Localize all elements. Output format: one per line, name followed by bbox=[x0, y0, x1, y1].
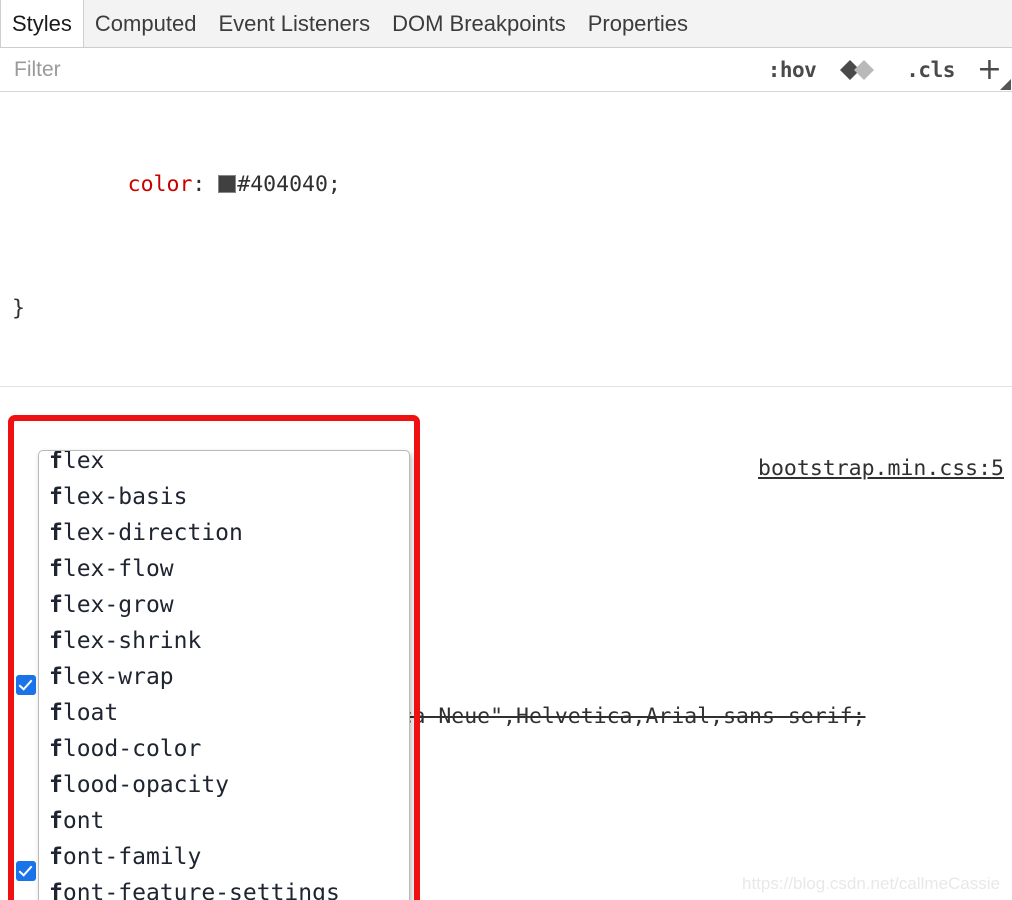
item-rest: ont-family bbox=[62, 844, 202, 870]
autocomplete-item[interactable]: flex-wrap bbox=[39, 659, 409, 695]
tab-styles[interactable]: Styles bbox=[0, 0, 84, 47]
tab-dom-breakpoints[interactable]: DOM Breakpoints bbox=[381, 0, 577, 47]
tab-dom-breakpoints-label: DOM Breakpoints bbox=[392, 10, 566, 36]
item-rest: lex-grow bbox=[62, 592, 174, 618]
autocomplete-item[interactable]: font-family bbox=[39, 839, 409, 875]
rule-origin-link[interactable]: bootstrap.min.css:5 bbox=[758, 453, 1004, 484]
color-swatch[interactable] bbox=[218, 175, 237, 193]
match-prefix: f bbox=[49, 772, 63, 798]
declaration-color-404040[interactable]: color: #404040; bbox=[6, 138, 1012, 231]
tab-properties[interactable]: Properties bbox=[577, 0, 699, 47]
match-prefix: f bbox=[49, 520, 63, 546]
match-prefix: f bbox=[49, 808, 63, 834]
autocomplete-item[interactable]: font bbox=[39, 803, 409, 839]
autocomplete-item[interactable]: flex-direction bbox=[39, 515, 409, 551]
cls-toggle-button[interactable]: .cls bbox=[906, 58, 955, 82]
rule-close-brace: } bbox=[12, 296, 25, 321]
match-prefix: f bbox=[49, 844, 63, 870]
devtools-tab-bar: Styles Computed Event Listeners DOM Brea… bbox=[0, 0, 1012, 48]
resize-corner-icon[interactable] bbox=[1000, 79, 1011, 90]
watermark: https://blog.csdn.net/callmeCassie bbox=[742, 874, 1000, 893]
hov-toggle-button[interactable]: :hov bbox=[768, 58, 817, 82]
match-prefix: f bbox=[49, 700, 63, 726]
styles-filter-toolbar: :hov .cls + bbox=[0, 48, 1012, 92]
item-rest: ont-feature-settings bbox=[62, 880, 340, 900]
item-rest: loat bbox=[62, 700, 119, 726]
styles-rules-pane: color: #404040; } body { bootstrap.min.c… bbox=[0, 92, 1012, 900]
tab-styles-label: Styles bbox=[12, 10, 72, 36]
tab-event-listeners-label: Event Listeners bbox=[218, 10, 371, 36]
autocomplete-item[interactable]: float bbox=[39, 695, 409, 731]
tab-event-listeners[interactable]: Event Listeners bbox=[207, 0, 381, 47]
item-rest: lood-color bbox=[62, 736, 202, 762]
rule-clipped-top: color: #404040; } bbox=[0, 92, 1012, 387]
tab-properties-label: Properties bbox=[587, 10, 688, 36]
match-prefix: f bbox=[49, 880, 63, 900]
property-name: color bbox=[127, 172, 193, 197]
match-prefix: f bbox=[49, 628, 63, 654]
property-autocomplete-dropdown[interactable]: flex flex-basis flex-direction flex-flow… bbox=[38, 450, 410, 900]
item-rest: lex-shrink bbox=[62, 628, 202, 654]
item-rest: lex bbox=[62, 450, 105, 474]
autocomplete-item[interactable]: flex-grow bbox=[39, 587, 409, 623]
color-scheme-diamond-icon[interactable] bbox=[838, 58, 884, 82]
item-rest: lex-flow bbox=[62, 556, 174, 582]
autocomplete-item[interactable]: flex bbox=[39, 450, 409, 479]
property-value: #404040 bbox=[237, 172, 328, 197]
item-rest: lex-direction bbox=[62, 520, 243, 546]
item-rest: lex-basis bbox=[62, 484, 188, 510]
match-prefix: f bbox=[49, 556, 63, 582]
match-prefix: f bbox=[49, 484, 63, 510]
item-rest: lood-opacity bbox=[62, 772, 230, 798]
autocomplete-item[interactable]: flood-color bbox=[39, 731, 409, 767]
autocomplete-item[interactable]: flood-opacity bbox=[39, 767, 409, 803]
match-prefix: f bbox=[49, 450, 63, 474]
autocomplete-item[interactable]: flex-shrink bbox=[39, 623, 409, 659]
tab-computed[interactable]: Computed bbox=[84, 0, 208, 47]
autocomplete-item[interactable]: font-feature-settings bbox=[39, 875, 409, 900]
item-rest: lex-wrap bbox=[62, 664, 174, 690]
declaration-checkbox[interactable] bbox=[16, 675, 36, 695]
diamond-pair-svg bbox=[840, 59, 875, 80]
match-prefix: f bbox=[49, 736, 63, 762]
filter-input[interactable] bbox=[14, 57, 746, 82]
item-rest: ont bbox=[62, 808, 105, 834]
tab-bar-spacer bbox=[699, 0, 1012, 47]
tab-computed-label: Computed bbox=[94, 10, 197, 36]
declaration-checkbox[interactable] bbox=[16, 861, 36, 881]
autocomplete-item[interactable]: flex-flow bbox=[39, 551, 409, 587]
new-style-rule-plus-icon[interactable]: + bbox=[977, 54, 1002, 85]
match-prefix: f bbox=[49, 664, 63, 690]
autocomplete-item[interactable]: flex-basis bbox=[39, 479, 409, 515]
match-prefix: f bbox=[49, 592, 63, 618]
